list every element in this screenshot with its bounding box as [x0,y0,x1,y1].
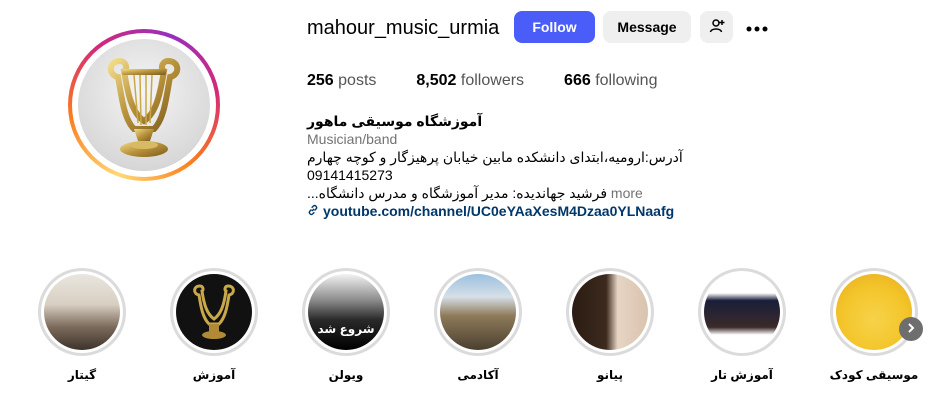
profile-avatar[interactable] [68,29,220,181]
bio-category: Musician/band [307,131,398,147]
more-options-icon [746,19,768,35]
following-stat[interactable]: 666 following [564,72,657,90]
highlight-violin-cover: شروع شد [308,274,384,350]
highlight-tar-cover [704,274,780,350]
followers-stat[interactable]: 8,502 followers [416,72,524,90]
profile-stats: 256 posts 8,502 followers 666 following [307,72,697,90]
bio-name: آموزشگاه موسیقی ماهور [307,113,483,129]
highlights-next-button[interactable] [899,317,923,341]
posts-label: posts [338,72,377,89]
bio-address: آدرس:ارومیه،ابتدای دانشکده مابین خیابان … [307,149,683,165]
avatar-lyre-image [78,39,210,171]
highlight-label: موسیقی کودک [829,368,919,382]
following-label: following [595,72,658,89]
highlight-piano-cover [572,274,648,350]
highlight-guitar-cover [44,274,120,350]
highlight-label: آکادمی [457,368,499,382]
following-count: 666 [564,72,591,89]
highlight-label: آموزش [192,368,236,382]
profile-username: mahour_music_urmia [307,17,500,39]
highlight-label: آموزش تار [711,368,773,382]
highlight-label: پیانو [597,368,623,382]
link-icon [307,202,319,220]
bio-phone: 09141415273 [307,167,393,183]
highlight-overlay-text: شروع شد [317,322,375,336]
highlight-label: ویولن [328,368,364,382]
highlight-item[interactable]: شروع شد ویولن [301,268,391,382]
bio-link[interactable]: youtube.com/channel/UC0eYAaXesM4Dzaa0YLN… [307,202,707,220]
profile-bio: آموزشگاه موسیقی ماهور Musician/band آدرس… [307,112,707,220]
followers-label: followers [460,72,525,89]
highlight-kids-music-cover [836,274,912,350]
highlight-item[interactable]: آموزش تار [697,268,787,382]
bio-line3: فرشید جهاندیده: مدیر آموزشگاه و مدرس دان… [307,184,707,202]
more-link[interactable]: more [611,185,643,201]
bio-link-text: youtube.com/channel/UC0eYAaXesM4Dzaa0YLN… [323,203,675,219]
posts-stat: 256 posts [307,72,376,90]
chevron-right-icon [906,320,916,338]
more-options-button[interactable] [744,11,770,43]
highlight-item[interactable]: گیتار [37,268,127,382]
highlight-lyre-cover [176,274,252,350]
bio-line3-text: فرشید جهاندیده: مدیر آموزشگاه و مدرس دان… [307,185,608,201]
message-button[interactable]: Message [603,11,691,43]
highlight-academy-cover [440,274,516,350]
highlight-item[interactable]: آکادمی [433,268,523,382]
add-user-icon [709,18,725,37]
suggest-similar-button[interactable] [700,11,733,43]
highlight-label: گیتار [67,368,97,382]
highlight-item[interactable]: پیانو [565,268,655,382]
posts-count: 256 [307,72,334,89]
follow-button[interactable]: Follow [514,11,595,43]
followers-count: 8,502 [416,72,457,89]
highlight-item[interactable]: آموزش [169,268,259,382]
